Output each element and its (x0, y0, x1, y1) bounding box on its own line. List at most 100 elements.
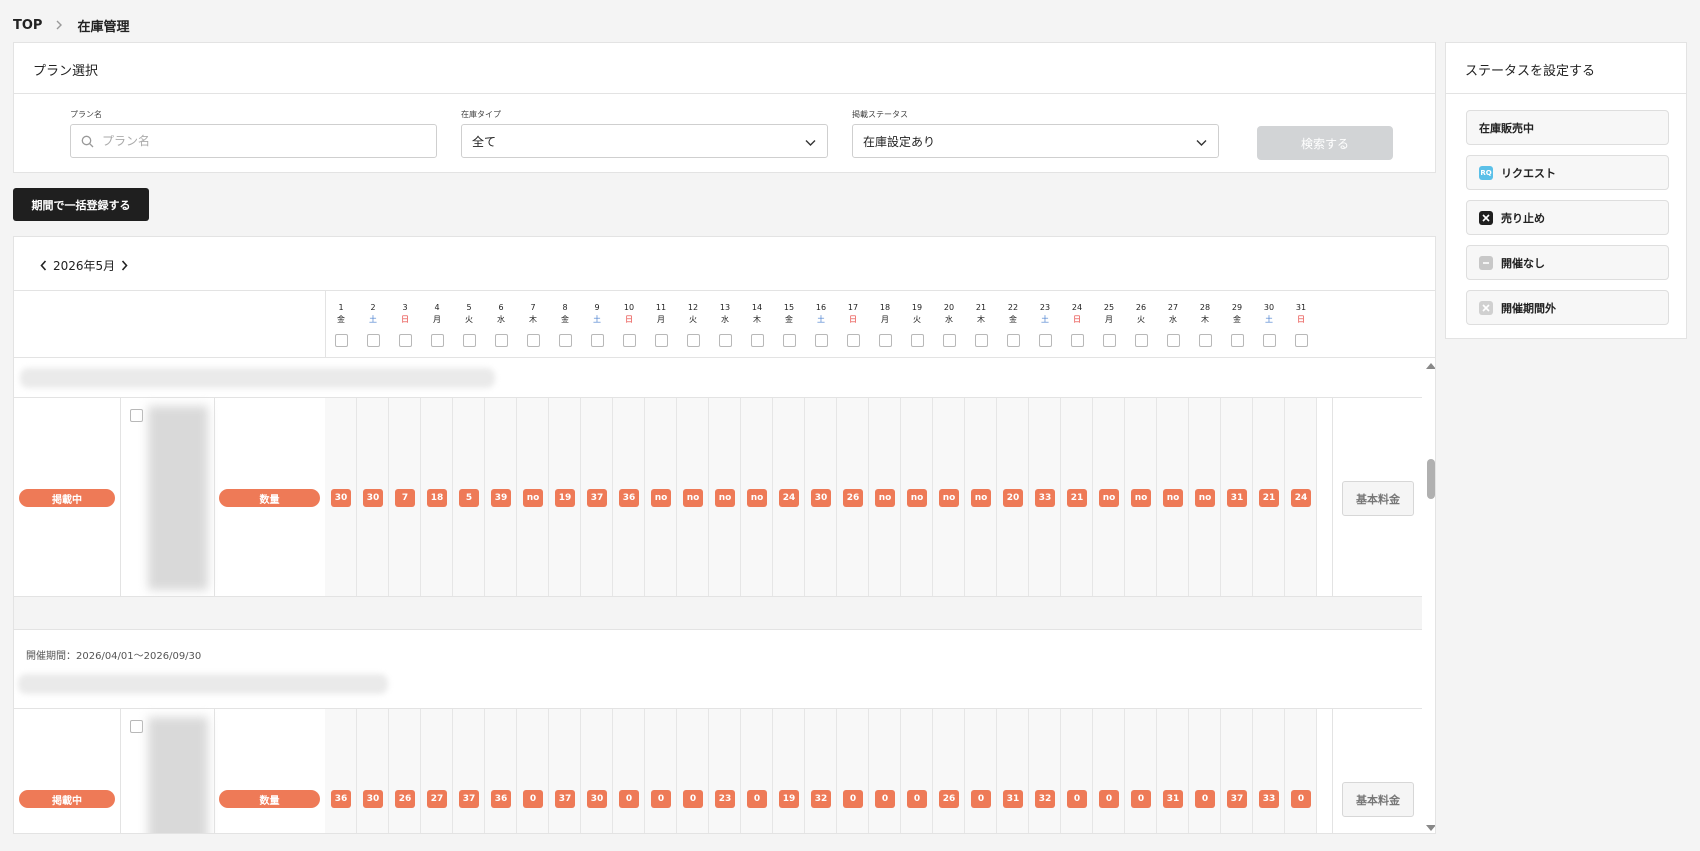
day-select-checkbox[interactable] (494, 334, 508, 347)
status-out-of-period-button[interactable]: 開催期間外 (1466, 290, 1669, 325)
day-select-checkbox[interactable] (398, 334, 412, 347)
day-select-checkbox[interactable] (718, 334, 732, 347)
stock-value-cell[interactable]: 31 (1163, 790, 1183, 808)
stock-value-cell[interactable]: 0 (1067, 790, 1087, 808)
base-price-button[interactable]: 基本料金 (1342, 782, 1414, 817)
stock-value-cell[interactable]: 0 (1291, 790, 1311, 808)
stock-value-cell[interactable]: 30 (587, 790, 607, 808)
stock-value-cell[interactable]: 0 (1195, 790, 1215, 808)
day-select-checkbox[interactable] (846, 334, 860, 347)
day-select-checkbox[interactable] (590, 334, 604, 347)
stock-value-cell[interactable]: 37 (555, 790, 575, 808)
prev-month-chevron-left-icon[interactable] (40, 260, 47, 271)
stock-value-cell[interactable]: 26 (843, 489, 863, 507)
status-request-button[interactable]: RQ リクエスト (1466, 155, 1669, 190)
stock-value-cell[interactable]: 20 (1003, 489, 1023, 507)
base-price-button[interactable]: 基本料金 (1342, 481, 1414, 516)
stock-type-badge[interactable]: 数量 (219, 489, 320, 507)
stock-value-cell[interactable]: no (1131, 489, 1151, 507)
publish-status-badge[interactable]: 掲載中 (19, 489, 115, 507)
day-select-checkbox[interactable] (1262, 334, 1276, 347)
status-stop-sale-button[interactable]: 売り止め (1466, 200, 1669, 235)
stock-value-cell[interactable]: 0 (971, 790, 991, 808)
day-select-checkbox[interactable] (974, 334, 988, 347)
stock-value-cell[interactable]: 0 (651, 790, 671, 808)
day-select-checkbox[interactable] (910, 334, 924, 347)
scrollbar-thumb[interactable] (1427, 459, 1435, 499)
stock-value-cell[interactable]: 0 (1131, 790, 1151, 808)
plan-name-input[interactable] (102, 134, 426, 148)
stock-value-cell[interactable]: 33 (1259, 790, 1279, 808)
day-select-checkbox[interactable] (1230, 334, 1244, 347)
stock-value-cell[interactable]: no (747, 489, 767, 507)
stock-value-cell[interactable]: 30 (363, 489, 383, 507)
day-select-checkbox[interactable] (814, 334, 828, 347)
stock-value-cell[interactable]: 19 (555, 489, 575, 507)
stock-value-cell[interactable]: 0 (1099, 790, 1119, 808)
day-select-checkbox[interactable] (1134, 334, 1148, 347)
day-select-checkbox[interactable] (526, 334, 540, 347)
search-button[interactable]: 検索する (1257, 126, 1393, 160)
stock-value-cell[interactable]: 26 (395, 790, 415, 808)
stock-value-cell[interactable]: 30 (331, 489, 351, 507)
stock-value-cell[interactable]: 24 (779, 489, 799, 507)
day-select-checkbox[interactable] (750, 334, 764, 347)
stock-value-cell[interactable]: 0 (747, 790, 767, 808)
day-select-checkbox[interactable] (1070, 334, 1084, 347)
stock-value-cell[interactable]: 7 (395, 489, 415, 507)
stock-value-cell[interactable]: 31 (1003, 790, 1023, 808)
breadcrumb-top-link[interactable]: TOP (13, 18, 42, 33)
stock-value-cell[interactable]: 37 (1227, 790, 1247, 808)
stock-value-cell[interactable]: no (523, 489, 543, 507)
stock-value-cell[interactable]: no (907, 489, 927, 507)
day-select-checkbox[interactable] (878, 334, 892, 347)
day-select-checkbox[interactable] (942, 334, 956, 347)
day-select-checkbox[interactable] (366, 334, 380, 347)
stock-value-cell[interactable]: 0 (843, 790, 863, 808)
stock-value-cell[interactable]: 39 (491, 489, 511, 507)
stock-value-cell[interactable]: no (939, 489, 959, 507)
stock-value-cell[interactable]: 0 (619, 790, 639, 808)
stock-value-cell[interactable]: 33 (1035, 489, 1055, 507)
day-select-checkbox[interactable] (686, 334, 700, 347)
stock-value-cell[interactable]: no (651, 489, 671, 507)
stock-value-cell[interactable]: 36 (491, 790, 511, 808)
stock-value-cell[interactable]: 0 (907, 790, 927, 808)
stock-value-cell[interactable]: 19 (779, 790, 799, 808)
stock-value-cell[interactable]: 36 (619, 489, 639, 507)
day-select-checkbox[interactable] (1038, 334, 1052, 347)
stock-value-cell[interactable]: no (875, 489, 895, 507)
stock-value-cell[interactable]: 0 (523, 790, 543, 808)
stock-value-cell[interactable]: 23 (715, 790, 735, 808)
stock-type-select[interactable]: 全て (461, 124, 828, 158)
next-month-chevron-right-icon[interactable] (121, 260, 128, 271)
stock-value-cell[interactable]: 0 (683, 790, 703, 808)
day-select-checkbox[interactable] (462, 334, 476, 347)
plan-row-checkbox[interactable] (130, 720, 143, 733)
day-select-checkbox[interactable] (558, 334, 572, 347)
status-on-sale-button[interactable]: 在庫販売中 (1466, 110, 1669, 145)
stock-value-cell[interactable]: no (683, 489, 703, 507)
vertical-scrollbar[interactable] (1424, 359, 1435, 833)
status-no-event-button[interactable]: 開催なし (1466, 245, 1669, 280)
stock-value-cell[interactable]: 32 (1035, 790, 1055, 808)
stock-value-cell[interactable]: 37 (459, 790, 479, 808)
day-select-checkbox[interactable] (334, 334, 348, 347)
day-select-checkbox[interactable] (1198, 334, 1212, 347)
stock-value-cell[interactable]: 26 (939, 790, 959, 808)
stock-type-badge[interactable]: 数量 (219, 790, 320, 808)
stock-value-cell[interactable]: 30 (811, 489, 831, 507)
stock-value-cell[interactable]: no (1195, 489, 1215, 507)
scroll-up-arrow-icon[interactable] (1426, 363, 1435, 369)
day-select-checkbox[interactable] (654, 334, 668, 347)
day-select-checkbox[interactable] (1166, 334, 1180, 347)
day-select-checkbox[interactable] (1294, 334, 1308, 347)
publish-status-badge[interactable]: 掲載中 (19, 790, 115, 808)
day-select-checkbox[interactable] (1102, 334, 1116, 347)
day-select-checkbox[interactable] (1006, 334, 1020, 347)
scroll-down-arrow-icon[interactable] (1426, 825, 1435, 831)
bulk-register-button[interactable]: 期間で一括登録する (13, 188, 149, 221)
stock-value-cell[interactable]: 21 (1259, 489, 1279, 507)
stock-value-cell[interactable]: 36 (331, 790, 351, 808)
day-select-checkbox[interactable] (782, 334, 796, 347)
